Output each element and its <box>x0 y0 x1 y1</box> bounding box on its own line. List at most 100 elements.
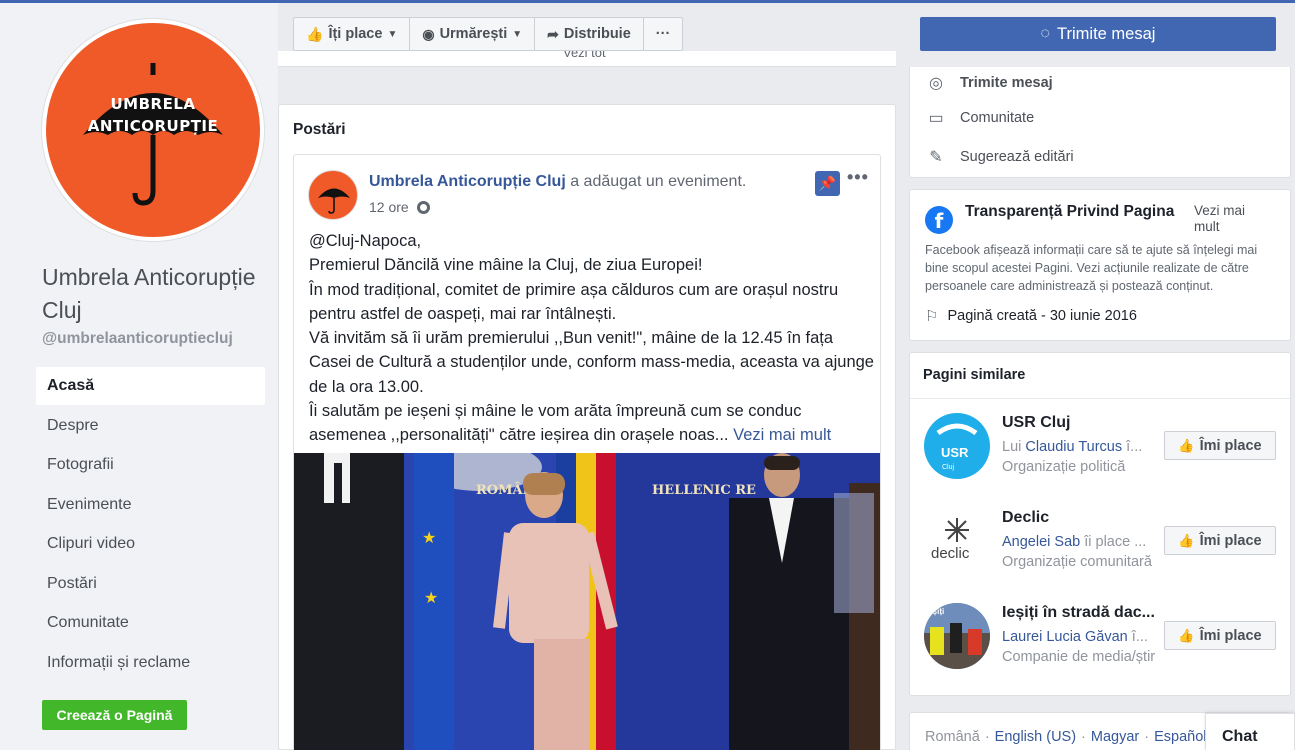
logo-text-line1: UMBRELA <box>110 95 196 113</box>
thumbs-up-icon: 👍 <box>306 25 324 42</box>
page-transparency-card: f Transparență Privind Pagina Vezi mai m… <box>909 189 1291 341</box>
language-link-espanol[interactable]: Español <box>1154 729 1206 745</box>
friend-link[interactable]: Angelei Sab <box>1002 534 1080 550</box>
see-all-card: Vezi tot <box>278 51 896 67</box>
see-all-link[interactable]: Vezi tot <box>563 51 606 60</box>
similar-page-item: ieșiți Ieșiți în stradă dac... Laurei Lu… <box>924 603 1284 673</box>
more-actions-button[interactable]: ··· <box>642 17 684 51</box>
like-similar-page-button[interactable]: 👍 Îmi place <box>1164 526 1276 555</box>
post-line-last: Îi salutăm pe ieșeni și mâine le vom ară… <box>309 402 802 445</box>
left-sidebar: UMBRELA ANTICORUPȚIE Umbrela Anticorupți… <box>0 3 278 750</box>
post-header: Umbrela Anticorupție Cluj a adăugat un e… <box>369 173 746 191</box>
similar-pages-card: Pagini similare USR Cluj USR Cluj Lui Cl… <box>909 352 1291 696</box>
send-message-label: Trimite mesaj <box>1057 24 1156 43</box>
umbrella-logo-icon <box>318 188 350 214</box>
post-options-button[interactable]: ••• <box>847 167 869 188</box>
menu-send-message-label: Trimite mesaj <box>960 75 1053 91</box>
similar-page-friend-like: Lui Claudiu Turcus î... <box>1002 439 1143 455</box>
like-button-label: Îmi place <box>1199 627 1262 644</box>
nav-item-about[interactable]: Despre <box>36 407 265 445</box>
similar-page-name[interactable]: Ieșiți în stradă dac... <box>1002 604 1167 622</box>
nav-item-posts[interactable]: Postări <box>36 565 265 603</box>
chevron-down-icon: ▼ <box>512 28 523 40</box>
page-profile-picture[interactable]: UMBRELA ANTICORUPȚIE <box>42 19 264 241</box>
similar-page-category: Organizație comunitară <box>1002 554 1152 570</box>
transparency-title: Transparență Privind Pagina <box>965 203 1175 220</box>
iesiti-avatar[interactable]: ieșiți <box>924 603 990 669</box>
avatar: UMBRELA ANTICORUPȚIE <box>46 23 260 237</box>
page-actions-card: ◎ Trimite mesaj ▭ Comunitate ✎ Sugerează… <box>909 67 1291 178</box>
similar-page-name[interactable]: USR Cluj <box>1002 414 1167 432</box>
nav-item-videos[interactable]: Clipuri video <box>36 525 265 563</box>
pencil-icon: ✎ <box>929 149 943 166</box>
globe-icon <box>416 201 430 214</box>
usr-logo-icon: USR Cluj <box>936 423 978 471</box>
like-similar-page-button[interactable]: 👍 Îmi place <box>1164 621 1276 650</box>
friend-link[interactable]: Laurei Lucia Găvan <box>1002 629 1128 645</box>
share-arrow-icon: ➦ <box>547 25 559 42</box>
follow-label: Urmărești <box>439 26 508 42</box>
share-button[interactable]: ➦ Distribuie <box>534 17 644 51</box>
svg-text:HELLENIC RE: HELLENIC RE <box>652 483 756 498</box>
similar-page-friend-like: Angelei Sab îi place ... <box>1002 534 1147 550</box>
page-title[interactable]: Umbrela Anticorupție Cluj <box>42 261 272 327</box>
menu-suggest-edits[interactable]: ✎ Sugerează editări <box>925 147 1074 167</box>
follow-button[interactable]: ◉ Urmărești ▼ <box>409 17 536 51</box>
nav-item-events[interactable]: Evenimente <box>36 486 265 524</box>
similar-page-item: USR Cluj USR Cluj Lui Claudiu Turcus î..… <box>924 413 1284 483</box>
declic-logo-icon: declic <box>931 518 970 562</box>
post-photo[interactable]: ★ ★ ROMÂNIA HELLENIC RE <box>294 453 880 750</box>
posts-title: Postări <box>293 121 346 138</box>
similar-page-name[interactable]: Declic <box>1002 509 1167 527</box>
like-similar-page-button[interactable]: 👍 Îmi place <box>1164 431 1276 460</box>
language-link-english[interactable]: English (US) <box>995 729 1076 745</box>
like-page-button[interactable]: 👍 Îți place ▼ <box>293 17 411 51</box>
thumbs-up-icon: 👍 <box>1178 532 1195 548</box>
menu-send-message[interactable]: ◎ Trimite mesaj <box>925 73 1053 93</box>
notes-icon: ▭ <box>928 110 944 127</box>
language-list: Română · English (US) · Magyar · Español <box>925 729 1207 745</box>
svg-text:Cluj: Cluj <box>942 464 955 471</box>
similar-pages-title: Pagini similare <box>923 367 1026 383</box>
chat-tab[interactable]: Chat <box>1205 713 1295 750</box>
post-card: Umbrela Anticorupție Cluj a adăugat un e… <box>293 154 881 750</box>
posts-section: Postări Umbrela Anticorupție Cluj a adău… <box>278 104 896 750</box>
post-time[interactable]: 12 ore <box>369 199 409 215</box>
flag-icon: ⚐ <box>925 308 939 325</box>
pin-icon[interactable]: 📌 <box>815 171 840 196</box>
nav-item-home[interactable]: Acasă <box>36 367 265 405</box>
messenger-icon: ◎ <box>929 75 943 92</box>
create-page-button[interactable]: Creează o Pagină <box>42 700 187 730</box>
page-handle[interactable]: @umbrelaanticoruptiecluj <box>42 330 233 348</box>
post-line: Vă invităm să îi urăm premierului ,,Bun … <box>309 329 874 396</box>
nav-item-info-ads[interactable]: Informații și reclame <box>36 644 265 682</box>
logo-text-line2: ANTICORUPȚIE <box>87 117 219 135</box>
post-body: @Cluj-Napoca, Premierul Dăncilă vine mâi… <box>309 229 875 448</box>
friend-link[interactable]: Claudiu Turcus <box>1025 439 1122 455</box>
usr-cluj-avatar[interactable]: USR Cluj <box>924 413 990 479</box>
divider <box>910 398 1290 399</box>
post-action-text: a adăugat un eveniment. <box>565 173 747 190</box>
send-message-button[interactable]: ◌ Trimite mesaj <box>920 17 1276 51</box>
nav-item-photos[interactable]: Fotografii <box>36 446 265 484</box>
menu-community[interactable]: ▭ Comunitate <box>925 108 1034 128</box>
rss-icon: ◉ <box>422 25 435 42</box>
svg-text:★: ★ <box>424 588 438 607</box>
svg-text:ieșiți: ieșiți <box>926 607 944 616</box>
similar-page-category: Organizație politică <box>1002 459 1126 475</box>
menu-suggest-edits-label: Sugerează editări <box>960 149 1074 165</box>
see-more-link[interactable]: Vezi mai mult <box>733 426 831 444</box>
current-language: Română <box>925 729 980 745</box>
post-line: Premierul Dăncilă vine mâine la Cluj, de… <box>309 256 703 275</box>
post-author-avatar[interactable] <box>308 170 358 220</box>
similar-page-friend-like: Laurei Lucia Găvan î... <box>1002 629 1148 645</box>
svg-text:USR: USR <box>941 445 969 460</box>
post-author-link[interactable]: Umbrela Anticorupție Cluj <box>369 173 566 190</box>
nav-item-community[interactable]: Comunitate <box>36 604 265 642</box>
language-link-magyar[interactable]: Magyar <box>1091 729 1139 745</box>
declic-avatar[interactable]: declic <box>924 508 990 574</box>
thumbs-up-icon: 👍 <box>1178 437 1195 453</box>
transparency-see-more-link[interactable]: Vezi mai mult <box>1194 203 1274 235</box>
post-meta: 12 ore <box>369 199 430 215</box>
like-button-label: Îmi place <box>1199 437 1262 454</box>
